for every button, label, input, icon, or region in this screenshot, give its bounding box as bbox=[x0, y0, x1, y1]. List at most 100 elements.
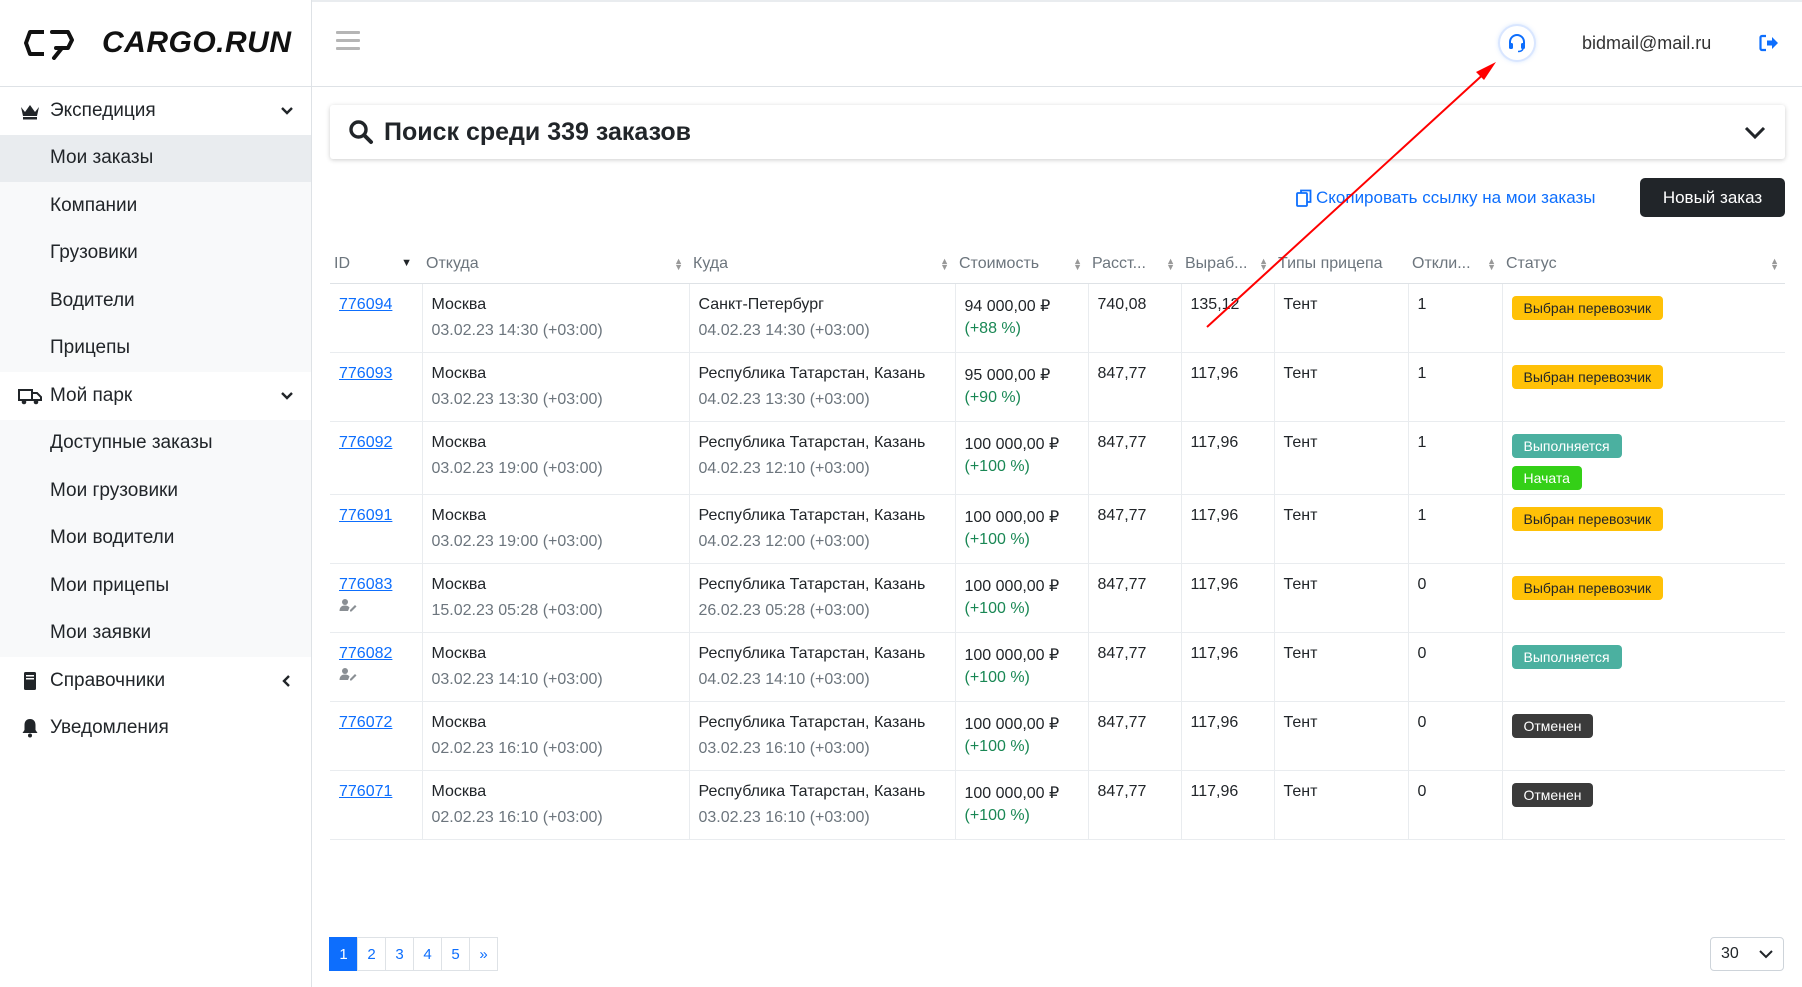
rate: 135,12 bbox=[1181, 283, 1275, 353]
table-row[interactable]: 776094 Москва 03.02.23 14:30 (+03:00) Сан… bbox=[330, 283, 1785, 353]
status-badge: Отменен bbox=[1511, 783, 1594, 807]
rate: 117,96 bbox=[1181, 770, 1275, 840]
new-order-button[interactable]: Новый заказ bbox=[1640, 178, 1785, 217]
page-button-3[interactable]: 3 bbox=[385, 937, 414, 971]
sidebar-item-my-orders[interactable]: Мои заказы bbox=[0, 134, 311, 182]
column-header-distance[interactable]: Расст... ▲ ▼ bbox=[1088, 245, 1181, 284]
rate: 117,96 bbox=[1181, 352, 1275, 422]
sort-icon: ▲ ▼ bbox=[1770, 256, 1779, 272]
sidebar-group-my-fleet[interactable]: Мой парк bbox=[0, 372, 311, 420]
sidebar-item-label: Мои прицепы bbox=[50, 574, 170, 596]
column-header-from[interactable]: Откуда ▲ ▼ bbox=[422, 245, 689, 284]
page-button-4[interactable]: 4 bbox=[413, 937, 442, 971]
page-button-2[interactable]: 2 bbox=[357, 937, 386, 971]
from-city: Москва bbox=[431, 714, 487, 731]
order-id-link[interactable]: 776082 bbox=[339, 645, 392, 662]
sidebar-item-my-drivers[interactable]: Мои водители bbox=[0, 514, 311, 562]
sidebar-item-my-trailers[interactable]: Мои прицепы bbox=[0, 562, 311, 610]
column-header-id[interactable]: ID ▼ bbox=[330, 245, 422, 284]
column-header-status[interactable]: Статус ▲ ▼ bbox=[1502, 245, 1785, 284]
sidebar-item-drivers[interactable]: Водители bbox=[0, 277, 311, 325]
to-city: Республика Татарстан, Казань bbox=[698, 576, 926, 593]
to-date: 03.02.23 16:10 (+03:00) bbox=[698, 740, 870, 757]
sidebar-group-notifications[interactable]: Уведомления bbox=[0, 704, 311, 752]
per-page-select[interactable]: 30 bbox=[1710, 937, 1784, 971]
user-edit-icon bbox=[339, 668, 357, 681]
order-id-link[interactable]: 776094 bbox=[339, 296, 392, 313]
chevron-down-icon bbox=[281, 106, 293, 115]
order-id-link[interactable]: 776071 bbox=[339, 783, 392, 800]
sidebar-group-directories[interactable]: Справочники bbox=[0, 657, 311, 705]
page-button-next[interactable]: » bbox=[469, 937, 498, 971]
user-email[interactable]: bidmail@mail.ru bbox=[1582, 33, 1711, 54]
logo-text: CARGO.RUN bbox=[102, 26, 292, 59]
logout-icon[interactable] bbox=[1759, 34, 1779, 52]
rate: 117,96 bbox=[1181, 701, 1275, 771]
sidebar-item-my-requests[interactable]: Мои заявки bbox=[0, 609, 311, 657]
to-date: 04.02.23 12:00 (+03:00) bbox=[698, 533, 870, 550]
column-header-label: Типы прицепа bbox=[1278, 255, 1383, 272]
sidebar-item-available-orders[interactable]: Доступные заказы bbox=[0, 419, 311, 467]
sort-icon: ▲ ▼ bbox=[1166, 256, 1175, 272]
chevron-down-icon[interactable] bbox=[1743, 122, 1767, 142]
to-date: 04.02.23 14:30 (+03:00) bbox=[698, 322, 870, 339]
sidebar-item-my-trucks[interactable]: Мои грузовики bbox=[0, 467, 311, 515]
column-header-rate[interactable]: Выраб... ▲ ▼ bbox=[1181, 245, 1274, 284]
sidebar-item-label: Мои водители bbox=[50, 527, 175, 549]
price-percent: (+100 %) bbox=[964, 669, 1030, 686]
cargo-logo-icon bbox=[24, 30, 74, 60]
order-id-link[interactable]: 776072 bbox=[339, 714, 392, 731]
logo[interactable]: CARGO.RUN bbox=[24, 18, 292, 68]
copy-link-button[interactable]: Скопировать ссылку на мои заказы bbox=[1296, 188, 1596, 208]
sidebar-group-label: Справочники bbox=[50, 669, 166, 691]
table-header-row: ID ▼ Откуда ▲ ▼ Куда ▲ ▼ Стоимость ▲ ▼ Расст...… bbox=[330, 245, 1785, 284]
table-row[interactable]: 776091 Москва 03.02.23 19:00 (+03:00) Рес… bbox=[330, 494, 1785, 564]
distance: 847,77 bbox=[1088, 632, 1182, 702]
sidebar-group-label: Уведомления bbox=[50, 717, 169, 739]
trailer-type: Тент bbox=[1274, 283, 1409, 353]
from-date: 03.02.23 19:00 (+03:00) bbox=[431, 460, 603, 477]
column-header-label: Выраб... bbox=[1185, 255, 1248, 272]
header-divider bbox=[312, 86, 1802, 87]
sidebar-item-trailers[interactable]: Прицепы bbox=[0, 324, 311, 372]
sidebar-group-expedition[interactable]: Экспедиция bbox=[0, 87, 311, 135]
truck-icon bbox=[18, 385, 42, 407]
table-row[interactable]: 776071 Москва 02.02.23 16:10 (+03:00) Рес… bbox=[330, 770, 1785, 840]
trailer-type: Тент bbox=[1274, 494, 1409, 564]
sort-icon: ▲ ▼ bbox=[1487, 256, 1496, 272]
table-row[interactable]: 776072 Москва 02.02.23 16:10 (+03:00) Рес… bbox=[330, 701, 1785, 771]
orders-table: ID ▼ Откуда ▲ ▼ Куда ▲ ▼ Стоимость ▲ ▼ Расст...… bbox=[330, 245, 1785, 840]
column-header-responses[interactable]: Откли... ▲ ▼ bbox=[1408, 245, 1502, 284]
page-button-1[interactable]: 1 bbox=[329, 937, 358, 971]
search-panel[interactable]: Поиск среди 339 заказов bbox=[330, 105, 1785, 159]
status-badge: Выбран перевозчик bbox=[1511, 296, 1664, 320]
sort-icon: ▲ ▼ bbox=[674, 256, 683, 272]
status-badge: Выбран перевозчик bbox=[1511, 507, 1664, 531]
hamburger-icon[interactable] bbox=[336, 31, 360, 51]
table-row[interactable]: 776083 Москва 15.02.23 05:28 (+03:00) Рес… bbox=[330, 563, 1785, 633]
responses-count: 0 bbox=[1408, 701, 1503, 771]
page-button-5[interactable]: 5 bbox=[441, 937, 470, 971]
to-city: Республика Татарстан, Казань bbox=[698, 434, 926, 451]
column-header-to[interactable]: Куда ▲ ▼ bbox=[689, 245, 955, 284]
table-row[interactable]: 776082 Москва 03.02.23 14:10 (+03:00) Рес… bbox=[330, 632, 1785, 702]
price-percent: (+100 %) bbox=[964, 738, 1030, 755]
search-title: Поиск среди 339 заказов bbox=[384, 117, 692, 146]
table-row[interactable]: 776092 Москва 03.02.23 19:00 (+03:00) Рес… bbox=[330, 421, 1785, 495]
order-id-link[interactable]: 776091 bbox=[339, 507, 392, 524]
distance: 740,08 bbox=[1088, 283, 1182, 353]
table-row[interactable]: 776093 Москва 03.02.23 13:30 (+03:00) Рес… bbox=[330, 352, 1785, 422]
sidebar-item-label: Мои заявки bbox=[50, 622, 152, 644]
order-id-link[interactable]: 776092 bbox=[339, 434, 392, 451]
responses-count: 1 bbox=[1408, 283, 1503, 353]
support-button[interactable] bbox=[1500, 26, 1534, 60]
responses-count: 0 bbox=[1408, 770, 1503, 840]
column-header-trailer-types[interactable]: Типы прицепа bbox=[1274, 245, 1408, 284]
order-id-link[interactable]: 776083 bbox=[339, 576, 392, 593]
column-header-label: Расст... bbox=[1092, 255, 1146, 272]
column-header-price[interactable]: Стоимость ▲ ▼ bbox=[955, 245, 1088, 284]
sidebar-item-trucks[interactable]: Грузовики bbox=[0, 229, 311, 277]
from-city: Москва bbox=[431, 576, 487, 593]
order-id-link[interactable]: 776093 bbox=[339, 365, 392, 382]
sidebar-item-companies[interactable]: Компании bbox=[0, 182, 311, 230]
